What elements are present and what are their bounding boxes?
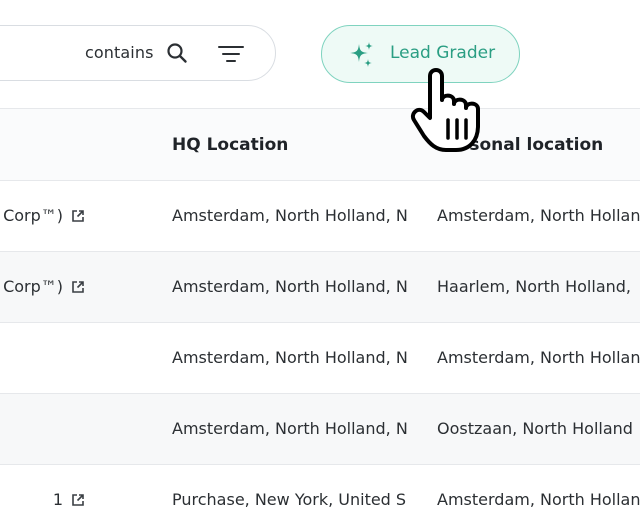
company-cell[interactable]: Corp™) bbox=[0, 206, 85, 225]
leads-table: HQ Location Personal location Corp™) Ams… bbox=[0, 108, 640, 510]
table-row[interactable]: Corp™) Amsterdam, North Holland, N Haarl… bbox=[0, 252, 640, 323]
column-header-hq-location[interactable]: HQ Location bbox=[172, 135, 288, 155]
table-header: HQ Location Personal location bbox=[0, 108, 640, 181]
company-name: Corp™) bbox=[3, 206, 63, 225]
search-icon[interactable] bbox=[166, 42, 188, 64]
hq-location-cell: Purchase, New York, United S bbox=[172, 490, 407, 509]
external-link-icon[interactable] bbox=[71, 209, 85, 223]
column-header-personal-location[interactable]: Personal location bbox=[437, 135, 603, 155]
table-row[interactable]: Amsterdam, North Holland, N Amsterdam, N… bbox=[0, 323, 640, 394]
table-row[interactable]: Amsterdam, North Holland, N Oostzaan, No… bbox=[0, 394, 640, 465]
table-row[interactable]: Corp™) Amsterdam, North Holland, N Amste… bbox=[0, 181, 640, 252]
hq-location-cell: Amsterdam, North Holland, N bbox=[172, 348, 408, 367]
sparkle-icon bbox=[350, 42, 373, 67]
company-cell[interactable]: Corp™) bbox=[0, 277, 85, 296]
filter-lines-icon[interactable] bbox=[217, 44, 245, 64]
personal-location-cell: Amsterdam, North Holland, bbox=[437, 490, 640, 509]
lead-grader-label: Lead Grader bbox=[390, 43, 496, 63]
hq-location-cell: Amsterdam, North Holland, N bbox=[172, 419, 408, 438]
table-row[interactable]: 1 Purchase, New York, United S Amsterdam… bbox=[0, 465, 640, 510]
toolbar: contains Lead Grader bbox=[0, 0, 640, 108]
hq-location-cell: Amsterdam, North Holland, N bbox=[172, 206, 408, 225]
company-name: 1 bbox=[52, 490, 63, 509]
external-link-icon[interactable] bbox=[71, 280, 85, 294]
filter-search-bar[interactable]: contains bbox=[0, 25, 276, 81]
company-name: Corp™) bbox=[3, 277, 63, 296]
external-link-icon[interactable] bbox=[71, 493, 85, 507]
company-cell[interactable]: 1 bbox=[0, 490, 85, 509]
personal-location-cell: Oostzaan, North Holland bbox=[437, 419, 633, 438]
hq-location-cell: Amsterdam, North Holland, N bbox=[172, 277, 408, 296]
lead-grader-button[interactable]: Lead Grader bbox=[321, 25, 520, 83]
personal-location-cell: Amsterdam, North Holland, bbox=[437, 206, 640, 225]
personal-location-cell: Haarlem, North Holland, bbox=[437, 277, 631, 296]
filter-operator-label[interactable]: contains bbox=[85, 43, 154, 62]
personal-location-cell: Amsterdam, North Holland, bbox=[437, 348, 640, 367]
leads-table-view: contains Lead Grader HQ Location Persona… bbox=[0, 0, 640, 510]
